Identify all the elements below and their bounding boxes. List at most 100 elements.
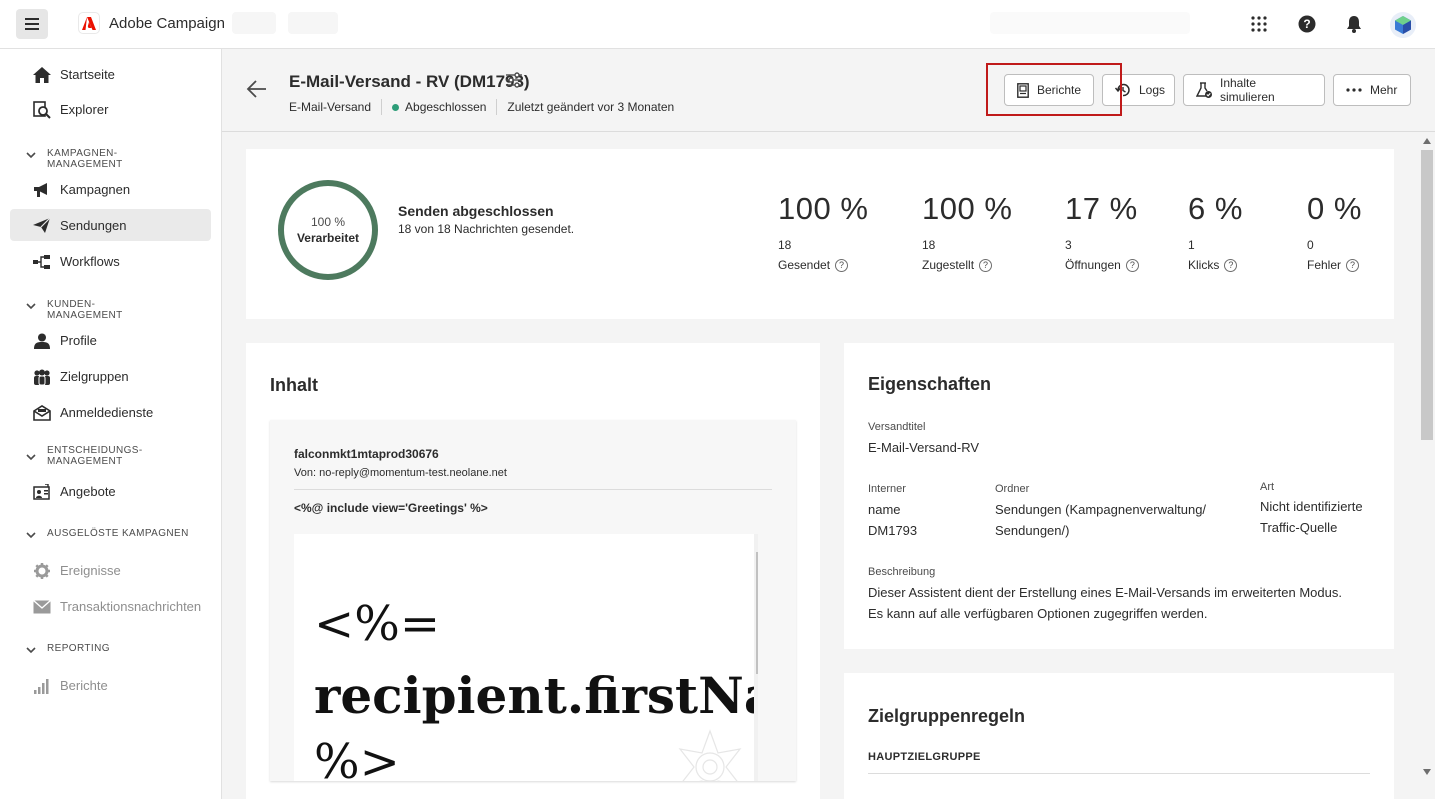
- avatar-icon: [1395, 16, 1411, 34]
- properties-settings-icon[interactable]: [505, 71, 523, 89]
- sidebar-item-label: Transaktionsnachrichten: [60, 598, 202, 614]
- simulate-content-button-label: Inhalte simulieren: [1220, 76, 1275, 104]
- description-value-line2: Es kann auf alle verfügbaren Optionen zu…: [868, 606, 1208, 621]
- user-avatar[interactable]: [1390, 12, 1416, 38]
- sidebar-item-subscription-services[interactable]: Anmeldedienste: [10, 396, 211, 428]
- more-button[interactable]: Mehr: [1333, 74, 1411, 106]
- arrow-left-icon[interactable]: [246, 79, 268, 99]
- chevron-down-icon: [24, 450, 38, 464]
- sidebar-item-offers[interactable]: Angebote: [10, 475, 211, 507]
- simulate-content-button[interactable]: Inhalte simulieren: [1183, 74, 1325, 106]
- sidebar-item-label: Angebote: [60, 483, 116, 499]
- kind-value-line2: Traffic-Quelle: [1260, 520, 1338, 535]
- sidebar-item-deliveries[interactable]: Sendungen: [10, 209, 211, 241]
- sidebar-item-label: Kampagnen: [60, 181, 131, 197]
- kpi-label: Öffnungen: [1065, 258, 1121, 272]
- help-icon[interactable]: ?: [1346, 258, 1360, 272]
- properties-card: Eigenschaften Versandtitel E-Mail-Versan…: [844, 343, 1394, 649]
- kpi-opens: 17 % 3 Öffnungen?: [1065, 191, 1139, 272]
- gear-icon: [33, 562, 51, 580]
- section-customer-management[interactable]: KUNDEN-MANAGEMENT: [24, 299, 167, 321]
- kpi-label: Zugestellt: [922, 258, 975, 272]
- folder-value-line1: Sendungen (Kampagnenverwaltung/: [995, 502, 1207, 517]
- sidebar-item-workflows[interactable]: Workflows: [10, 245, 211, 277]
- page-header: E-Mail-Versand - RV (DM1793) E-Mail-Vers…: [222, 49, 1435, 132]
- sender-name: falconmkt1mtaprod30676: [294, 447, 439, 461]
- delivery-title-label: Versandtitel: [868, 421, 926, 433]
- flask-check-icon: [1196, 82, 1212, 98]
- audiences-icon: [33, 368, 51, 386]
- apps-grid-icon[interactable]: [1247, 12, 1271, 36]
- hamburger-menu-button[interactable]: [16, 9, 48, 39]
- section-label: KAMPAGNEN-MANAGEMENT: [47, 148, 123, 170]
- bell-icon[interactable]: [1342, 12, 1366, 36]
- sidebar: Startseite Explorer KAMPAGNEN-MANAGEMENT…: [0, 49, 222, 799]
- progress-percent: 100 %: [310, 215, 346, 229]
- sidebar-item-label: Ereignisse: [60, 562, 121, 578]
- more-button-label: Mehr: [1370, 83, 1398, 97]
- kpi-value: 100 %: [778, 191, 869, 226]
- sidebar-item-home[interactable]: Startseite: [10, 58, 211, 90]
- sidebar-item-events[interactable]: Ereignisse: [10, 554, 211, 586]
- sidebar-item-label: Startseite: [60, 66, 115, 82]
- adobe-logo-icon[interactable]: [78, 12, 100, 34]
- subject-line: <%@ include view='Greetings' %>: [294, 501, 488, 515]
- sidebar-item-audiences[interactable]: Zielgruppen: [10, 360, 211, 392]
- app-name[interactable]: Adobe Campaign: [109, 15, 225, 32]
- kpi-clicks: 6 % 1 Klicks?: [1188, 191, 1243, 272]
- preview-scrollbar-thumb[interactable]: [756, 552, 758, 674]
- chevron-down-icon: [24, 148, 38, 162]
- megaphone-icon: [33, 181, 51, 199]
- sidebar-item-reports[interactable]: Berichte: [10, 669, 211, 701]
- user-icon: [33, 332, 51, 350]
- internal-name-label-2: name: [868, 502, 901, 517]
- sidebar-item-explorer[interactable]: Explorer: [10, 93, 211, 125]
- delivery-type: E-Mail-Versand: [289, 100, 372, 114]
- chevron-down-icon: [24, 299, 38, 313]
- email-body: <%= recipient.firstName %>: [294, 534, 758, 781]
- kpi-label: Klicks: [1188, 258, 1220, 272]
- send-status-subtitle: 18 von 18 Nachrichten gesendet.: [398, 222, 575, 236]
- last-modified: Zuletzt geändert vor 3 Monaten: [507, 100, 675, 114]
- section-decision-management[interactable]: ENTSCHEIDUNGS-MANAGEMENT: [24, 445, 142, 467]
- body-text: %>: [314, 734, 400, 781]
- scroll-up-icon[interactable]: [1423, 138, 1431, 144]
- kpi-count: 0: [1307, 238, 1314, 252]
- kpi-count: 1: [1188, 238, 1195, 252]
- sidebar-item-profiles[interactable]: Profile: [10, 324, 211, 356]
- description-value-line1: Dieser Assistent dient der Erstellung ei…: [868, 585, 1342, 600]
- main-target-label: HAUPTZIELGRUPPE: [868, 751, 981, 763]
- section-campaign-management[interactable]: KAMPAGNEN-MANAGEMENT: [24, 148, 167, 170]
- section-triggered-campaigns[interactable]: AUSGELÖSTE KAMPAGNEN: [24, 528, 207, 542]
- target-rules-card: Zielgruppenregeln HAUPTZIELGRUPPE: [844, 673, 1394, 799]
- description-label: Beschreibung: [868, 566, 936, 578]
- help-icon[interactable]: ?: [1295, 12, 1319, 36]
- target-rules-heading: Zielgruppenregeln: [868, 706, 1026, 726]
- sidebar-item-campaigns[interactable]: Kampagnen: [10, 173, 211, 205]
- divider: [294, 489, 772, 490]
- kpi-count: 3: [1065, 238, 1072, 252]
- kpi-sent: 100 % 18 Gesendet?: [778, 191, 868, 272]
- sidebar-item-label: Profile: [60, 332, 97, 348]
- help-icon[interactable]: ?: [1224, 258, 1238, 272]
- reports-highlight-frame: [986, 63, 1122, 116]
- sidebar-item-transactional-messages[interactable]: Transaktionsnachrichten: [10, 590, 211, 622]
- hamburger-icon: [25, 18, 39, 30]
- more-icon: [1346, 82, 1362, 98]
- email-preview[interactable]: falconmkt1mtaprod30676 Von: no-reply@mom…: [270, 420, 796, 781]
- scroll-down-icon[interactable]: [1423, 769, 1431, 775]
- section-label: AUSGELÖSTE KAMPAGNEN: [47, 528, 189, 539]
- body-text: recipient.firstName: [314, 666, 758, 725]
- home-icon: [33, 66, 51, 84]
- kpi-errors: 0 % 0 Fehler?: [1307, 191, 1362, 272]
- section-reporting[interactable]: REPORTING: [24, 643, 167, 657]
- folder-value-line2: Sendungen/): [995, 523, 1070, 538]
- help-icon[interactable]: ?: [979, 258, 993, 272]
- help-icon[interactable]: ?: [835, 258, 849, 272]
- kpi-value: 0 %: [1307, 191, 1362, 226]
- chevron-down-icon: [24, 528, 38, 542]
- page-scrollbar-thumb[interactable]: [1421, 150, 1433, 440]
- kpi-label: Gesendet: [778, 258, 831, 272]
- kpi-count: 18: [778, 238, 792, 252]
- help-icon[interactable]: ?: [1125, 258, 1139, 272]
